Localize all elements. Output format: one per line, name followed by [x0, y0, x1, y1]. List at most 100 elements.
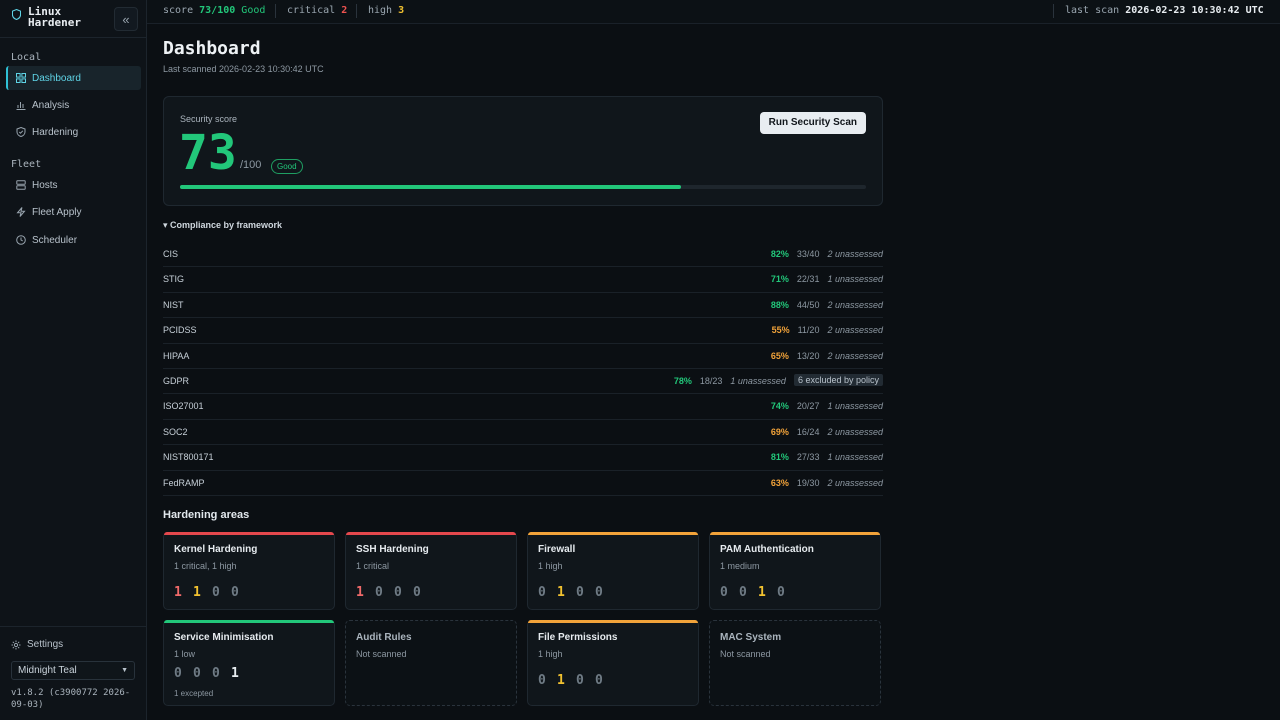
severity-count: 0 — [576, 673, 584, 688]
framework-stats: 71% 22/31 1 unassessed — [771, 274, 883, 284]
severity-accent-bar — [710, 532, 880, 535]
severity-count: 0 — [212, 666, 220, 681]
hardening-area-card[interactable]: File Permissions 1 high 0 1 0 0 — [527, 620, 699, 706]
score-badge: Good — [271, 159, 303, 174]
framework-percent: 82% — [770, 249, 789, 259]
framework-name: PCIDSS — [163, 325, 197, 336]
framework-stats: 69% 16/24 2 unassessed — [771, 427, 883, 437]
severity-count: 0 — [595, 673, 603, 688]
severity-counts: 1100 — [174, 585, 243, 600]
area-summary: 1 critical, 1 high — [174, 561, 237, 571]
severity-count: 1 — [758, 585, 766, 600]
sidebar-item-scheduler[interactable]: Scheduler — [6, 228, 141, 252]
severity-count: 1 — [557, 585, 565, 600]
framework-percent: 81% — [770, 452, 789, 463]
framework-stats: 63% 19/30 2 unassessed — [771, 478, 883, 488]
severity-accent-bar — [164, 532, 334, 535]
dashboard-icon — [16, 73, 26, 83]
area-summary: 1 medium — [720, 561, 760, 571]
sidebar: Linux Hardener « Local Dashboard Analysis… — [0, 0, 147, 720]
hardening-area-card[interactable]: MAC System Not scanned — [709, 620, 881, 706]
framework-count: 44/50 — [796, 299, 820, 310]
framework-stats: 82% 33/40 2 unassessed — [771, 249, 883, 259]
version-text: v1.8.2 (c3900772 2026-09-03) — [11, 688, 131, 710]
framework-name: STIG — [163, 274, 185, 285]
framework-count: 27/33 — [796, 452, 820, 463]
framework-percent: 88% — [770, 299, 789, 310]
framework-stats: 55% 11/20 2 unassessed — [772, 325, 883, 335]
sidebar-item-label: Hardening — [32, 126, 79, 138]
severity-count: 0 — [212, 585, 220, 600]
sidebar-item-dashboard[interactable]: Dashboard — [6, 66, 141, 90]
sidebar-item-hardening[interactable]: Hardening — [6, 120, 141, 144]
area-title: File Permissions — [538, 632, 618, 643]
framework-stats: 74% 20/27 1 unassessed — [771, 401, 883, 411]
area-summary: 1 high — [538, 561, 563, 571]
hardening-area-card[interactable]: Service Minimisation 1 low 0 0 0 1 1 excepted — [163, 620, 335, 706]
excepted-text: 1 excepted — [174, 689, 214, 698]
chart-icon — [16, 102, 26, 110]
framework-unassessed: 1 unassessed — [827, 274, 883, 285]
status-separator — [356, 4, 357, 18]
server-icon — [16, 180, 26, 190]
severity-accent-bar — [528, 532, 698, 535]
status-separator — [1053, 4, 1054, 18]
hardening-areas-title: Hardening areas — [163, 509, 250, 521]
sidebar-item-fleet-apply[interactable]: Fleet Apply — [6, 200, 141, 224]
area-summary: 1 critical — [356, 561, 390, 571]
framework-count: 11/20 — [797, 325, 820, 336]
severity-counts: 0100 — [538, 585, 607, 600]
hardening-area-card[interactable]: Audit Rules Not scanned — [345, 620, 517, 706]
status-bar: score 73/100 Good critical 2 high 3 last… — [147, 0, 1280, 24]
framework-percent: 78% — [673, 375, 692, 386]
score-label: Security score — [180, 114, 238, 124]
framework-unassessed: 2 unassessed — [827, 426, 883, 437]
area-title: Firewall — [538, 544, 576, 555]
hardening-area-card[interactable]: SSH Hardening 1 critical 1 0 0 0 — [345, 532, 517, 610]
hardening-area-card[interactable]: Firewall 1 high 0 1 0 0 — [527, 532, 699, 610]
sidebar-item-label: Analysis — [32, 99, 70, 111]
compliance-row: FedRAMP 63% 19/30 2 unassessed — [163, 471, 883, 496]
settings-link[interactable]: Settings — [11, 639, 63, 650]
status-score-rating: Good — [241, 5, 266, 16]
status-critical-value: 2 — [341, 5, 348, 16]
hardening-area-card[interactable]: PAM Authentication 1 medium 0 0 1 0 — [709, 532, 881, 610]
framework-percent: 65% — [770, 350, 789, 361]
sidebar-item-hosts[interactable]: Hosts — [6, 173, 141, 197]
sidebar-item-analysis[interactable]: Analysis — [6, 93, 141, 117]
severity-count: 0 — [538, 585, 546, 600]
framework-percent: 69% — [770, 426, 789, 437]
severity-count: 0 — [174, 666, 182, 681]
severity-count: 0 — [777, 585, 785, 600]
shield-logo-icon — [12, 9, 21, 20]
status-last-scan-value: 2026-02-23 10:30:42 UTC — [1125, 5, 1264, 16]
hardening-area-card[interactable]: Kernel Hardening 1 critical, 1 high 1 1 0 0 — [163, 532, 335, 610]
sidebar-divider — [0, 37, 146, 38]
clock-icon — [16, 235, 26, 245]
app-brand: Linux Hardener — [12, 6, 81, 28]
severity-count: 1 — [193, 585, 201, 600]
severity-count: 0 — [595, 585, 603, 600]
framework-name: GDPR — [163, 375, 190, 386]
severity-counts: 1000 — [356, 585, 425, 600]
compliance-row: STIG 71% 22/31 1 unassessed — [163, 267, 883, 293]
severity-accent-bar — [164, 620, 334, 623]
collapse-sidebar-button[interactable]: « — [114, 7, 138, 31]
theme-select[interactable]: Midnight Teal ▼ — [11, 661, 135, 680]
framework-unassessed: 2 unassessed — [827, 299, 883, 310]
caret-down-icon: ▼ — [121, 667, 128, 674]
framework-percent: 63% — [770, 477, 789, 488]
compliance-row: CIS 82% 33/40 2 unassessed — [163, 242, 883, 268]
severity-accent-bar — [346, 532, 516, 535]
compliance-row: ISO27001 74% 20/27 1 unassessed — [163, 394, 883, 420]
score-progress-bar — [180, 185, 866, 189]
run-security-scan-button[interactable]: Run Security Scan — [759, 112, 866, 134]
framework-stats: 65% 13/20 2 unassessed — [771, 351, 883, 361]
severity-counts: 0010 — [720, 585, 789, 600]
framework-unassessed: 2 unassessed — [827, 249, 883, 259]
compliance-toggle[interactable]: ▾ Compliance by framework — [163, 220, 282, 231]
area-title: Audit Rules — [356, 632, 412, 643]
framework-name: HIPAA — [163, 350, 190, 361]
framework-count: 22/31 — [796, 274, 820, 285]
score-max: /100 — [240, 159, 262, 171]
